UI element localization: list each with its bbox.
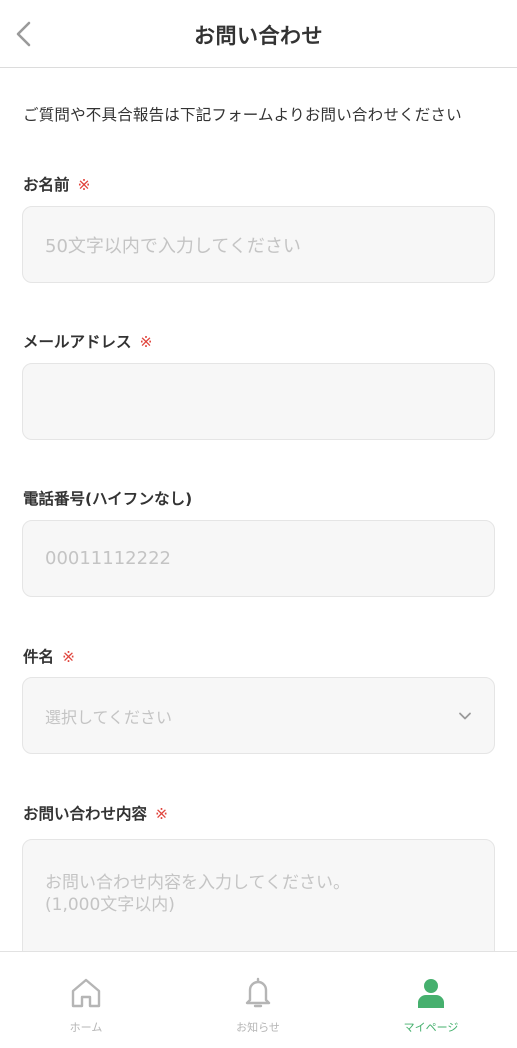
chevron-down-icon <box>459 712 471 719</box>
name-input[interactable]: 50文字以内で入力してください <box>22 206 495 283</box>
subject-label: 件名 ※ <box>23 645 75 667</box>
message-placeholder: お問い合わせ内容を入力してください。 (1,000文字以内) <box>45 873 350 915</box>
nav-home-label: ホーム <box>69 1021 103 1034</box>
name-label-text: お名前 <box>23 176 70 194</box>
phone-placeholder: 00011112222 <box>45 548 171 569</box>
bell-icon <box>245 977 271 1008</box>
name-placeholder: 50文字以内で入力してください <box>45 235 301 257</box>
name-label: お名前 ※ <box>23 173 91 195</box>
phone-label-text: 電話番号(ハイフンなし) <box>23 490 193 508</box>
required-mark: ※ <box>62 648 76 666</box>
page-title: お問い合わせ <box>194 24 323 48</box>
intro-text: ご質問や不具合報告は下記フォームよりお問い合わせください <box>23 106 462 124</box>
nav-home[interactable]: ホーム <box>0 952 172 1048</box>
phone-label: 電話番号(ハイフンなし) <box>23 487 192 509</box>
user-icon <box>418 979 444 1008</box>
subject-selected-value: 選択してください <box>45 707 173 727</box>
nav-news[interactable]: お知らせ <box>172 952 344 1048</box>
message-label-text: お問い合わせ内容 <box>23 805 148 823</box>
bottom-nav: ホーム お知らせ マイページ <box>0 951 517 1048</box>
phone-input[interactable]: 00011112222 <box>22 520 495 597</box>
nav-news-label: お知らせ <box>236 1021 280 1034</box>
required-mark: ※ <box>139 333 153 351</box>
contact-page: お問い合わせ ご質問や不具合報告は下記フォームよりお問い合わせください お名前 ※… <box>0 0 517 1048</box>
header: お問い合わせ <box>0 0 517 68</box>
subject-select[interactable]: 選択してください <box>22 677 495 754</box>
email-label-text: メールアドレス <box>23 333 132 351</box>
required-mark: ※ <box>77 176 91 194</box>
nav-mypage[interactable]: マイページ <box>345 952 517 1048</box>
email-label: メールアドレス ※ <box>23 330 153 352</box>
nav-mypage-label: マイページ <box>403 1021 459 1034</box>
message-label: お問い合わせ内容 ※ <box>23 802 168 824</box>
home-icon <box>71 978 101 1008</box>
required-mark: ※ <box>155 805 169 823</box>
subject-label-text: 件名 <box>23 648 55 666</box>
email-input[interactable] <box>22 363 495 440</box>
